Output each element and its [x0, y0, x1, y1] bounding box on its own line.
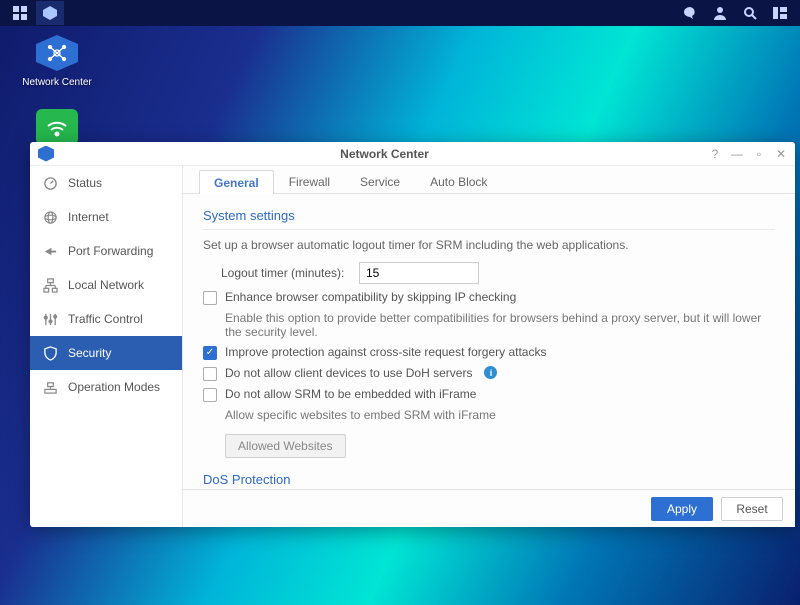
sidebar-item-port-forwarding[interactable]: Port Forwarding — [30, 234, 182, 268]
taskbar — [0, 0, 800, 26]
allowed-websites-button[interactable]: Allowed Websites — [225, 434, 346, 458]
system-settings-desc: Set up a browser automatic logout timer … — [203, 238, 775, 252]
lan-icon — [42, 277, 58, 293]
apps-icon[interactable] — [6, 1, 34, 25]
desktop-network-center[interactable]: Network Center — [22, 32, 92, 88]
apply-button[interactable]: Apply — [651, 497, 713, 521]
sidebar-item-status[interactable]: Status — [30, 166, 182, 200]
gauge-icon — [42, 175, 58, 191]
sidebar-item-traffic-control[interactable]: Traffic Control — [30, 302, 182, 336]
sliders-icon — [42, 311, 58, 327]
section-system-settings: System settings — [203, 204, 775, 230]
help-icon[interactable]: ? — [709, 147, 721, 161]
sidebar: Status Internet Port Forwarding Local Ne… — [30, 166, 183, 527]
chat-icon[interactable] — [676, 1, 704, 25]
info-icon[interactable]: i — [484, 366, 497, 379]
desktop-network-center-label: Network Center — [22, 77, 91, 88]
desktop-icons: Network Center — [22, 32, 92, 148]
checkbox-csrf[interactable] — [203, 346, 217, 360]
checkbox-csrf-label: Improve protection against cross-site re… — [225, 345, 546, 359]
footer: Apply Reset — [183, 489, 795, 527]
tab-bar: General Firewall Service Auto Block — [183, 166, 795, 194]
checkbox-iframe[interactable] — [203, 388, 217, 402]
iframe-note: Allow specific websites to embed SRM wit… — [225, 408, 775, 422]
logout-timer-label: Logout timer (minutes): — [221, 266, 351, 280]
checkbox-doh-label: Do not allow client devices to use DoH s… — [225, 366, 472, 380]
sidebar-item-label: Port Forwarding — [68, 244, 153, 258]
main-panel: General Firewall Service Auto Block Syst… — [183, 166, 795, 527]
sidebar-item-operation-modes[interactable]: Operation Modes — [30, 370, 182, 404]
checkbox-doh[interactable] — [203, 367, 217, 381]
widgets-icon[interactable] — [766, 1, 794, 25]
checkbox-ip-skip-label: Enhance browser compatibility by skippin… — [225, 290, 516, 304]
globe-icon — [42, 209, 58, 225]
sidebar-item-label: Internet — [68, 210, 109, 224]
logout-timer-input[interactable] — [359, 262, 479, 284]
checkbox-iframe-label: Do not allow SRM to be embedded with iFr… — [225, 387, 476, 401]
tab-firewall[interactable]: Firewall — [274, 169, 345, 193]
sidebar-item-local-network[interactable]: Local Network — [30, 268, 182, 302]
ip-skip-note: Enable this option to provide better com… — [225, 311, 775, 339]
modes-icon — [42, 379, 58, 395]
sidebar-item-label: Operation Modes — [68, 380, 160, 394]
sidebar-item-label: Status — [68, 176, 102, 190]
sidebar-item-internet[interactable]: Internet — [30, 200, 182, 234]
network-center-window: Network Center ? — ▫ ✕ Status Internet P… — [30, 142, 795, 527]
shield-icon — [42, 345, 58, 361]
forward-icon — [42, 243, 58, 259]
network-center-icon[interactable] — [36, 1, 64, 25]
window-title: Network Center — [60, 147, 709, 161]
tab-service[interactable]: Service — [345, 169, 415, 193]
checkbox-ip-skip[interactable] — [203, 291, 217, 305]
search-icon[interactable] — [736, 1, 764, 25]
minimize-icon[interactable]: — — [731, 147, 743, 161]
sidebar-item-label: Traffic Control — [68, 312, 143, 326]
titlebar: Network Center ? — ▫ ✕ — [30, 142, 795, 166]
tab-auto-block[interactable]: Auto Block — [415, 169, 502, 193]
sidebar-item-security[interactable]: Security — [30, 336, 182, 370]
sidebar-item-label: Security — [68, 346, 111, 360]
maximize-icon[interactable]: ▫ — [753, 147, 765, 161]
user-icon[interactable] — [706, 1, 734, 25]
sidebar-item-label: Local Network — [68, 278, 144, 292]
tab-general[interactable]: General — [199, 170, 274, 194]
close-icon[interactable]: ✕ — [775, 147, 787, 161]
section-dos-protection: DoS Protection — [203, 468, 775, 489]
app-icon — [38, 146, 54, 162]
content: System settings Set up a browser automat… — [183, 194, 795, 489]
reset-button[interactable]: Reset — [721, 497, 783, 521]
